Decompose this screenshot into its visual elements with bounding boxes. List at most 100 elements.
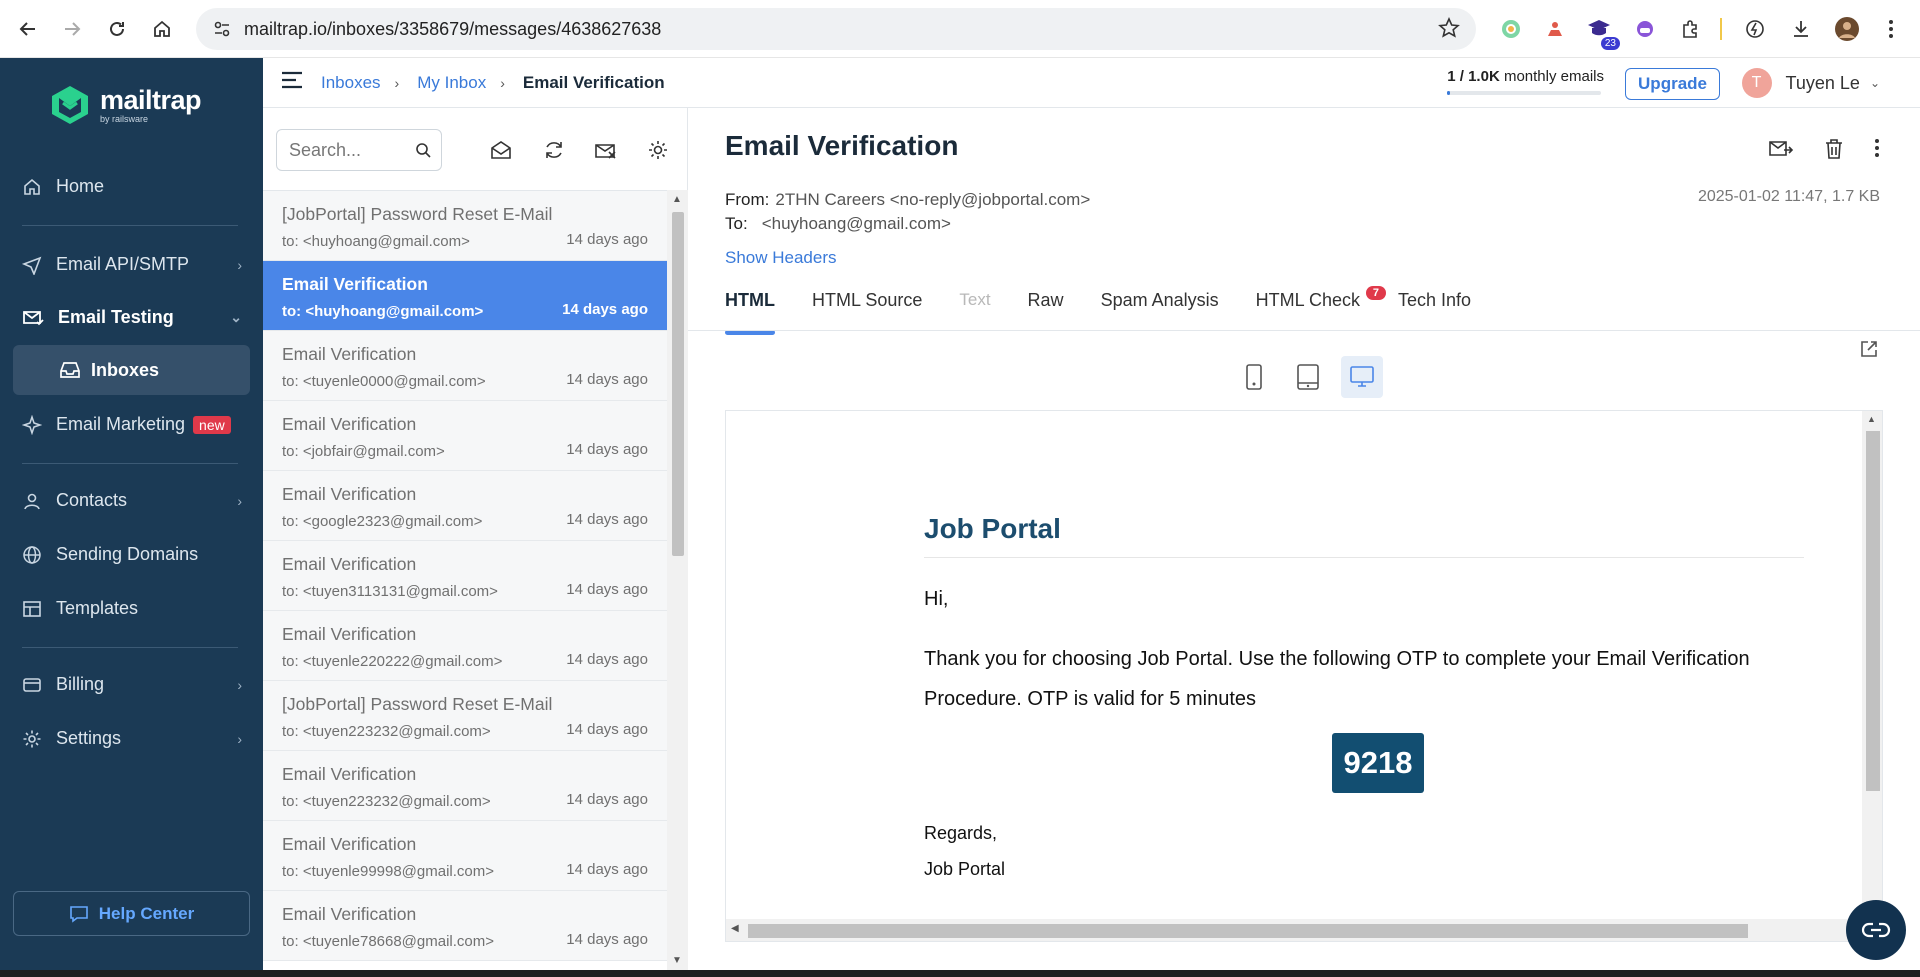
preview-vscroll-thumb[interactable] <box>1866 431 1880 791</box>
list-item[interactable]: Email Verification to: <google2323@gmail.… <box>263 471 667 541</box>
scroll-up-arrow[interactable]: ▲ <box>1867 414 1876 424</box>
site-info-icon[interactable] <box>208 15 236 43</box>
browser-menu-icon[interactable] <box>1876 14 1906 44</box>
message-date-size: 2025-01-02 11:47, 1.7 KB <box>1697 188 1880 205</box>
breadcrumb-my-inbox[interactable]: My Inbox <box>417 73 486 93</box>
nav-settings[interactable]: Settings › <box>22 728 242 749</box>
quota-used: 1 / 1.0K <box>1447 68 1500 85</box>
list-scrollbar[interactable]: ▲ ▼ <box>667 190 688 970</box>
nav-email-testing[interactable]: Email Testing ⌄ <box>22 307 242 328</box>
mail-check-icon <box>23 310 44 325</box>
open-external-icon[interactable] <box>1860 340 1878 363</box>
list-item[interactable]: Email Verification to: <tuyen223232@gmail… <box>263 751 667 821</box>
nav-home[interactable]: Home <box>22 176 242 197</box>
tab-spam-analysis[interactable]: Spam Analysis <box>1101 290 1219 330</box>
nav-templates[interactable]: Templates <box>22 598 242 619</box>
nav-sending-domains[interactable]: Sending Domains <box>22 544 242 565</box>
message-subject: Email Verification <box>282 484 417 504</box>
chat-icon <box>1861 922 1891 938</box>
sidebar-divider <box>22 647 238 648</box>
list-item[interactable]: Email Verification to: <tuyenle99998@gmai… <box>263 821 667 891</box>
performance-icon[interactable] <box>1740 14 1770 44</box>
preview-horizontal-scrollbar[interactable]: ◀ <box>726 919 1864 941</box>
gear-icon[interactable] <box>644 136 672 164</box>
new-badge: new <box>193 415 231 434</box>
upgrade-button[interactable]: Upgrade <box>1625 68 1720 100</box>
chat-support-button[interactable] <box>1846 900 1906 960</box>
email-brand: Job Portal <box>924 513 1804 558</box>
reload-icon[interactable] <box>95 7 139 51</box>
hamburger-menu-icon[interactable] <box>281 71 303 94</box>
help-center-label: Help Center <box>98 903 195 923</box>
list-item[interactable]: Email Verification to: <jobfair@gmail.com… <box>263 401 667 471</box>
preview-vertical-scrollbar[interactable]: ▲ <box>1862 411 1882 921</box>
extension-purple-icon[interactable] <box>1630 14 1660 44</box>
clear-inbox-icon[interactable] <box>592 136 620 164</box>
help-center-button[interactable]: Help Center <box>13 891 250 936</box>
message-age: 14 days ago <box>562 301 648 318</box>
nav-contacts[interactable]: Contacts › <box>22 490 242 511</box>
extension-people-icon[interactable] <box>1540 14 1570 44</box>
card-icon <box>23 677 41 692</box>
breadcrumb-inboxes[interactable]: Inboxes <box>321 73 381 93</box>
show-headers-link[interactable]: Show Headers <box>725 248 837 268</box>
scroll-up-arrow[interactable]: ▲ <box>672 194 682 205</box>
tablet-view-icon[interactable] <box>1287 356 1329 398</box>
sidebar-divider <box>22 463 238 464</box>
address-bar[interactable]: mailtrap.io/inboxes/3358679/messages/463… <box>196 8 1476 50</box>
list-item[interactable]: Email Verification to: <tuyen3113131@gmai… <box>263 541 667 611</box>
template-icon <box>23 600 41 617</box>
nav-inboxes[interactable]: Inboxes <box>13 345 250 395</box>
mobile-view-icon[interactable] <box>1233 356 1275 398</box>
tab-html-source[interactable]: HTML Source <box>812 290 922 330</box>
tab-html-check-label: HTML Check <box>1255 290 1360 310</box>
scroll-down-arrow[interactable]: ▼ <box>672 955 682 966</box>
from-value: 2THN Careers <no-reply@jobportal.com> <box>775 190 1091 209</box>
user-menu[interactable]: T Tuyen Le ⌄ <box>1741 68 1880 98</box>
nav-email-testing-label: Email Testing <box>58 307 174 327</box>
list-item[interactable]: Email Verification to: <tuyenle78668@gmai… <box>263 891 667 961</box>
forward-mail-icon[interactable] <box>1768 138 1794 165</box>
message-age: 14 days ago <box>566 581 648 598</box>
mark-read-icon[interactable] <box>487 136 515 164</box>
nav-email-marketing[interactable]: Email Marketing new <box>22 414 242 435</box>
download-icon[interactable] <box>1786 14 1816 44</box>
profile-avatar-icon[interactable] <box>1832 14 1862 44</box>
chevron-down-icon: ⌄ <box>1869 76 1880 90</box>
forward-icon[interactable] <box>50 7 94 51</box>
preview-hscroll-thumb[interactable] <box>748 924 1748 938</box>
nav-billing[interactable]: Billing › <box>22 674 242 695</box>
tab-html[interactable]: HTML <box>725 290 775 335</box>
message-age: 14 days ago <box>566 511 648 528</box>
nav-contacts-label: Contacts <box>56 490 128 510</box>
message-subject: Email Verification <box>282 764 417 784</box>
extensions-puzzle-icon[interactable] <box>1676 14 1706 44</box>
nav-sending-domains-label: Sending Domains <box>56 544 199 564</box>
bookmark-star-icon[interactable] <box>1438 17 1460 44</box>
scroll-left-arrow[interactable]: ◀ <box>731 923 739 934</box>
top-bar: Inboxes › My Inbox › Email Verification … <box>263 58 1920 108</box>
list-item[interactable]: [JobPortal] Password Reset E-Mail to: <hu… <box>263 191 667 261</box>
search-input[interactable]: Search... <box>276 129 442 171</box>
tab-html-check[interactable]: HTML Check 7 <box>1255 286 1386 330</box>
sidebar-divider <box>22 225 238 226</box>
more-options-icon[interactable] <box>1874 138 1880 165</box>
extension-graduation-icon[interactable]: 23 <box>1584 14 1620 50</box>
trash-icon[interactable] <box>1824 138 1844 165</box>
list-item[interactable]: Email Verification to: <huyhoang@gmail.co… <box>263 261 667 331</box>
list-scrollbar-thumb[interactable] <box>672 212 684 556</box>
list-item[interactable]: [JobPortal] Password Reset E-Mail to: <tu… <box>263 681 667 751</box>
inbox-icon <box>60 362 80 378</box>
list-item[interactable]: Email Verification to: <tuyenle0000@gmail… <box>263 331 667 401</box>
tab-tech-info[interactable]: Tech Info <box>1398 290 1471 330</box>
mailtrap-logo[interactable]: mailtrap by railsware <box>48 82 202 126</box>
nav-email-api[interactable]: Email API/SMTP › <box>22 254 242 275</box>
tab-raw[interactable]: Raw <box>1028 290 1064 330</box>
desktop-view-icon[interactable] <box>1341 356 1383 398</box>
extension-color-icon[interactable] <box>1496 14 1526 44</box>
back-icon[interactable] <box>6 7 50 51</box>
list-item[interactable]: Email Verification to: <tuyenle220222@gma… <box>263 611 667 681</box>
home-icon[interactable] <box>140 7 184 51</box>
refresh-icon[interactable] <box>540 136 568 164</box>
message-subject: Email Verification <box>282 344 417 364</box>
